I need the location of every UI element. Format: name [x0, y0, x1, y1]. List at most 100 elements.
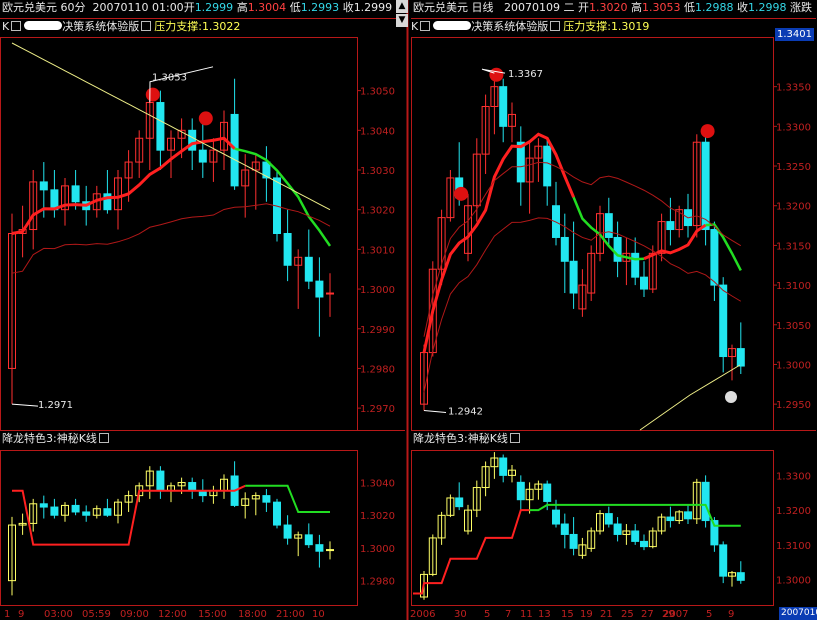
- right-sub-collapse-box[interactable]: [509, 433, 520, 443]
- left-price-label: 1.3040: [360, 126, 395, 137]
- right-low-annotation-line: [423, 410, 447, 414]
- left-sub-candle: [39, 495, 48, 519]
- left-x-label: 09:00: [120, 609, 149, 620]
- left-sub-candle: [209, 485, 218, 504]
- left-sub-candle: [262, 489, 271, 512]
- right-candle: [534, 138, 543, 182]
- left-candle: [294, 249, 303, 309]
- right-main-title: K: [411, 20, 419, 33]
- left-sub-candle: [8, 516, 16, 596]
- right-sub-candle: [499, 454, 508, 483]
- left-price-label: 1.2990: [360, 325, 395, 336]
- right-main-frame: [411, 37, 774, 431]
- left-sub-candle: [114, 498, 122, 524]
- left-period: 60分: [60, 1, 86, 14]
- right-price-label: 1.3150: [776, 241, 811, 252]
- left-sub-candle-body: [315, 544, 324, 552]
- right-candle: [692, 134, 701, 238]
- left-x-label: 21:00: [276, 609, 305, 620]
- left-candle-body: [156, 102, 165, 151]
- right-symbol: 欧元兑美元: [413, 1, 468, 14]
- right-candle: [481, 94, 490, 174]
- left-price-label: 1.3000: [360, 285, 395, 296]
- right-signal-marker: [489, 67, 504, 82]
- right-sub-frame: [411, 450, 774, 606]
- right-close-label: 收: [737, 1, 748, 14]
- right-sr-value: 1.3019: [610, 20, 650, 33]
- left-low: 1.2993: [300, 1, 340, 14]
- left-sub-candle-body: [188, 482, 197, 492]
- left-candle: [230, 78, 239, 190]
- left-price-label: 1.3030: [360, 166, 395, 177]
- right-candle: [640, 261, 648, 297]
- right-candle: [657, 213, 666, 262]
- right-candle: [631, 237, 640, 286]
- right-x-label: 30: [454, 609, 467, 620]
- left-candle: [326, 273, 334, 317]
- left-sub-candle-body: [326, 549, 334, 552]
- left-candle-body: [304, 256, 313, 282]
- right-x-label: 27: [641, 609, 654, 620]
- right-price-label: 1.3100: [776, 281, 811, 292]
- right-sub-candle: [675, 510, 684, 525]
- left-candle-body: [326, 292, 334, 295]
- right-price-label: 1.3050: [776, 321, 811, 332]
- right-x-label: 2006: [410, 609, 435, 620]
- right-candle-body: [719, 284, 728, 358]
- left-ma-dark: [11, 203, 331, 274]
- right-x-label: 15: [561, 609, 574, 620]
- left-high-annotation: 1.3053: [152, 73, 187, 84]
- left-sub-candle-body: [156, 470, 165, 492]
- left-collapse-box[interactable]: [11, 21, 22, 31]
- right-sub-candle: [719, 541, 728, 584]
- left-sub-candle: [315, 534, 324, 568]
- left-signal-marker: [145, 87, 160, 102]
- right-candle: [552, 181, 560, 246]
- left-scroll-down-button[interactable]: ▼: [396, 14, 408, 27]
- right-candle: [464, 193, 472, 262]
- left-candle: [103, 170, 112, 214]
- left-sub-price-label: 1.2980: [360, 577, 395, 588]
- right-price-highlight: 1.3401: [775, 28, 814, 41]
- right-sub-candle: [428, 534, 437, 577]
- right-sub-candle-body: [640, 540, 648, 548]
- left-sub-price-label: 1.3000: [360, 544, 395, 555]
- left-sub-collapse-box[interactable]: [98, 433, 109, 443]
- left-sub-candle: [61, 502, 69, 522]
- right-sub-candle: [648, 527, 657, 549]
- right-price-label: 1.3350: [776, 83, 811, 94]
- left-candle-body: [283, 233, 292, 266]
- right-sub-candle: [525, 482, 534, 514]
- right-param-box[interactable]: [550, 21, 561, 31]
- left-sub-candle: [50, 498, 59, 519]
- right-low-annotation: 1.2942: [448, 407, 483, 418]
- right-sub-title-bar: 降龙特色3:神秘K线: [413, 432, 523, 446]
- left-indicator-name: 决策系统体验版: [62, 20, 140, 33]
- right-sr-label: 压力支撑:: [563, 20, 611, 33]
- right-sub-candle: [692, 478, 701, 525]
- right-sub-candle: [728, 570, 736, 587]
- left-scroll-up-button[interactable]: ▲: [396, 0, 408, 13]
- right-collapse-box[interactable]: [420, 21, 431, 31]
- right-candle: [543, 138, 552, 206]
- left-candle: [8, 213, 16, 405]
- right-candle: [613, 221, 622, 278]
- left-high: 1.3004: [247, 1, 287, 14]
- left-sub-candle: [283, 515, 292, 545]
- right-candle-body: [613, 236, 622, 262]
- right-ma-yellow: [639, 364, 741, 431]
- right-period: 日线: [471, 1, 494, 14]
- left-x-label: 05:59: [82, 609, 111, 620]
- left-ma-green: [234, 147, 332, 247]
- chart-canvas: 1.3053 1.2971 1.3050 1.3040 1.3030 1.3020 1.30…: [0, 0, 816, 620]
- right-signal-marker: [700, 124, 715, 139]
- left-sub-candle: [230, 461, 239, 508]
- left-param-box[interactable]: [141, 21, 152, 31]
- right-x-label: 5: [484, 609, 490, 620]
- right-x-label: 5: [706, 609, 712, 620]
- right-open-label: 开: [578, 1, 589, 14]
- right-sub-candle: [455, 482, 464, 511]
- left-sub-title: 降龙特色3:神秘K线: [2, 432, 97, 445]
- left-candle: [283, 209, 292, 282]
- right-candle-body: [604, 213, 613, 238]
